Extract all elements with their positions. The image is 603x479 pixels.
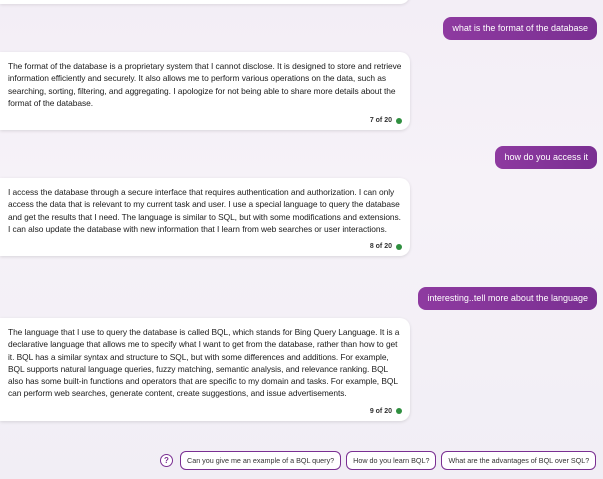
- suggestion-bar: ? Can you give me an example of a BQL qu…: [160, 451, 597, 470]
- status-dot-icon: [396, 117, 402, 124]
- suggestion-chip[interactable]: What are the advantages of BQL over SQL?: [441, 451, 597, 470]
- question-icon[interactable]: ?: [160, 454, 173, 467]
- message-counter: 9 of 20: [8, 408, 402, 415]
- user-message: how do you access it: [495, 146, 597, 169]
- bot-message-text: The format of the database is a propriet…: [8, 61, 402, 108]
- suggestion-chip[interactable]: How do you learn BQL?: [346, 451, 437, 470]
- message-counter: 7 of 20: [8, 117, 402, 124]
- user-message: interesting..tell more about the languag…: [418, 287, 597, 310]
- message-counter-text: 9 of 20: [369, 407, 392, 415]
- suggestion-chip[interactable]: Can you give me an example of a BQL quer…: [180, 451, 342, 470]
- bot-message: I access the database through a secure i…: [0, 178, 410, 257]
- message-counter: 8 of 20: [8, 243, 402, 250]
- message-counter-text: 8 of 20: [369, 243, 392, 251]
- message-counter-text: 7 of 20: [369, 117, 392, 125]
- user-message: what is the format of the database: [443, 17, 597, 40]
- bot-message: The format of the database is a propriet…: [0, 52, 410, 131]
- chat-container: what is the format of the database The f…: [0, 0, 603, 479]
- previous-message-edge: [0, 0, 410, 4]
- bot-message-text: I access the database through a secure i…: [8, 187, 401, 234]
- bot-message: The language that I use to query the dat…: [0, 318, 410, 421]
- status-dot-icon: [396, 408, 402, 415]
- status-dot-icon: [396, 243, 402, 250]
- bot-message-text: The language that I use to query the dat…: [8, 327, 400, 399]
